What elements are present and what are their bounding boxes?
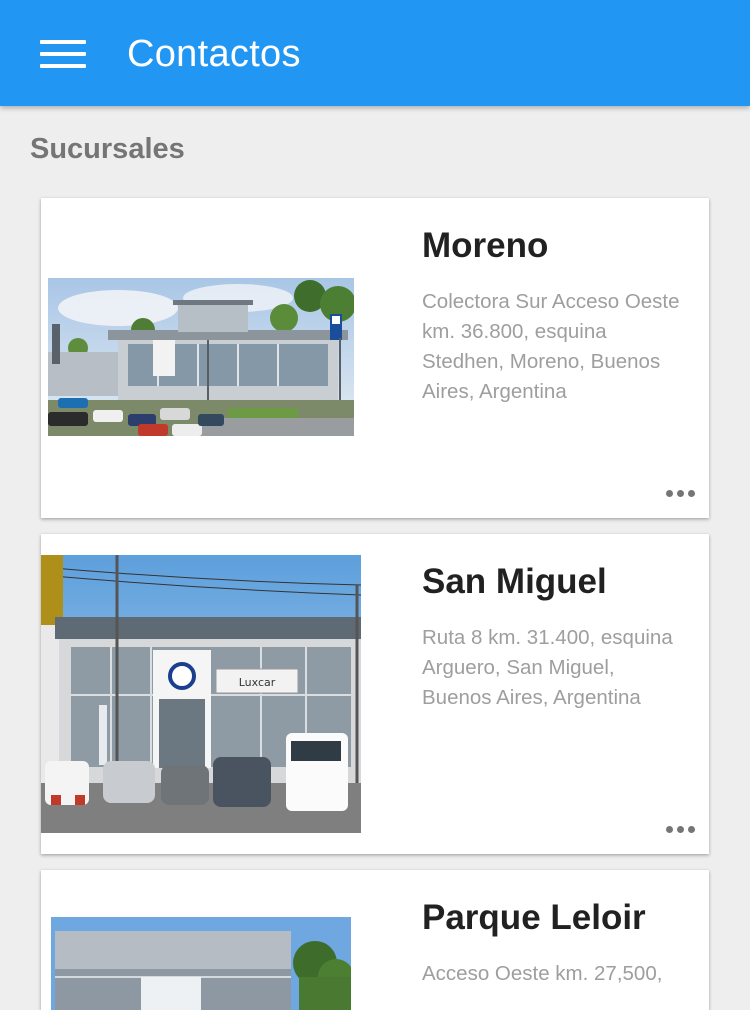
branch-address: Colectora Sur Acceso Oeste km. 36.800, e… xyxy=(422,290,680,403)
branch-name: Moreno xyxy=(422,226,549,265)
more-horizontal-icon[interactable] xyxy=(663,819,699,839)
more-horizontal-icon[interactable] xyxy=(663,483,699,503)
branch-card-moreno[interactable]: Moreno Colectora Sur Acceso Oeste km. 36… xyxy=(41,198,709,518)
app-bar: Contactos xyxy=(0,0,750,106)
branch-photo xyxy=(48,278,354,436)
branch-address: Acceso Oeste km. 27,500, xyxy=(422,962,663,985)
photo-sign: Luxcar xyxy=(239,676,276,689)
section-title: Sucursales xyxy=(30,133,185,165)
branch-name: San Miguel xyxy=(422,562,607,601)
hamburger-menu-icon[interactable] xyxy=(28,28,98,80)
branch-card-san-miguel[interactable]: Luxcar San Miguel Ruta 8 km. 31.400, esq… xyxy=(41,534,709,854)
branch-name: Parque Leloir xyxy=(422,898,646,937)
branch-photo xyxy=(51,917,351,1010)
branch-card-parque-leloir[interactable]: Parque Leloir Acceso Oeste km. 27,500, xyxy=(41,870,709,1010)
branch-address: Ruta 8 km. 31.400, esquina Arguero, San … xyxy=(422,626,673,709)
branch-photo: Luxcar xyxy=(41,555,361,833)
page-title: Contactos xyxy=(127,33,301,75)
